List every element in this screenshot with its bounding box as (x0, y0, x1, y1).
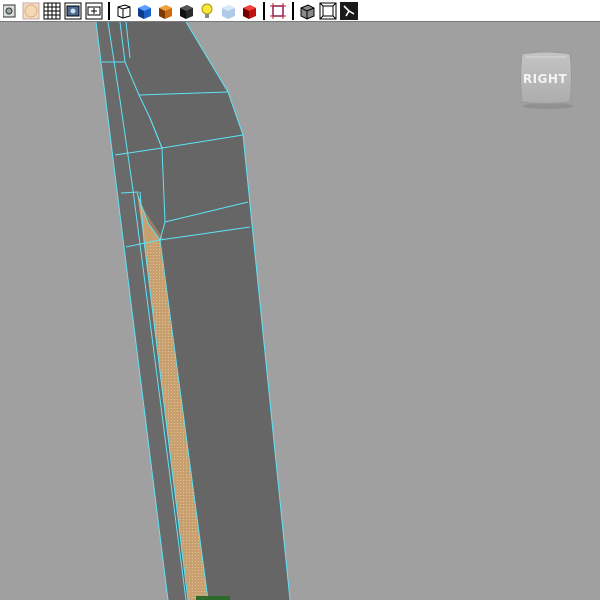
sphere-icon (22, 2, 40, 19)
camera-select-button[interactable] (0, 1, 20, 21)
view-cube[interactable]: RIGHT (518, 50, 574, 109)
frame-all-icon (319, 2, 337, 19)
smooth-shade-button[interactable] (134, 1, 154, 21)
smooth-shade-cube-icon (138, 4, 151, 19)
mesh-view (95, 22, 291, 600)
isolate-select-icon (270, 2, 286, 19)
lights-button[interactable] (197, 1, 217, 21)
resolution-gate-button[interactable] (84, 1, 104, 21)
xray-joints-button[interactable] (239, 1, 259, 21)
wireframe-button[interactable] (113, 1, 133, 21)
film-gate-icon (64, 2, 82, 19)
shadows-button[interactable] (176, 1, 196, 21)
viewport-canvas[interactable]: RIGHT (0, 22, 600, 600)
wireframe-cube-icon (117, 3, 131, 19)
xray-cube-icon (222, 4, 235, 19)
viewport-toolbar (0, 0, 600, 22)
hud-button[interactable] (339, 1, 359, 21)
isolate-select-button[interactable] (268, 1, 288, 21)
camera-select-icon (3, 4, 16, 17)
grid-icon (43, 2, 61, 19)
xray-button[interactable] (218, 1, 238, 21)
view-cube-label[interactable]: RIGHT (518, 72, 572, 86)
toolbar-separator (263, 1, 265, 20)
hud-icon (340, 1, 358, 20)
dark-cube-icon (180, 4, 193, 19)
pivot-marker (196, 596, 230, 600)
grid-button[interactable] (42, 1, 62, 21)
textured-button[interactable] (155, 1, 175, 21)
toolbar-separator (292, 1, 294, 20)
frame-all-button[interactable] (318, 1, 338, 21)
wireframe-on-shaded-button[interactable] (297, 1, 317, 21)
lightbulb-icon (201, 3, 213, 18)
film-gate-button[interactable] (63, 1, 83, 21)
toolbar-separator (108, 1, 110, 20)
texture-gate-icon (85, 2, 103, 19)
isolate-button[interactable] (21, 1, 41, 21)
red-cube-icon (243, 4, 256, 19)
wireframe-shaded-icon (300, 3, 315, 20)
textured-cube-icon (159, 4, 172, 19)
